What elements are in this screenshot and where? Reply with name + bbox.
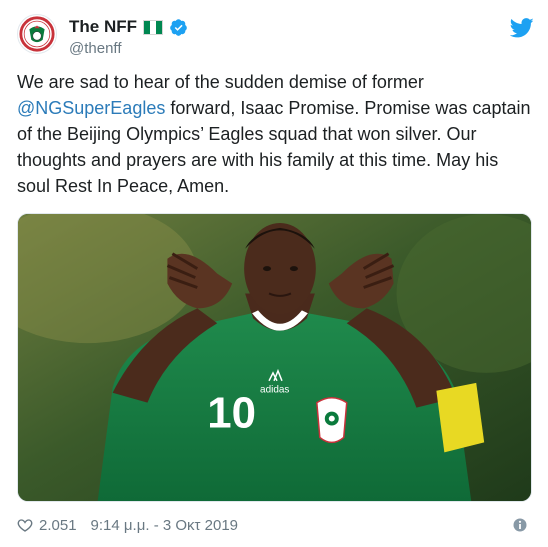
user-handle[interactable]: @thenff [69, 40, 122, 58]
name-row: The NFF [69, 17, 188, 37]
nff-logo-icon[interactable] [17, 14, 57, 54]
tweet-text-part1: We are sad to hear of the sudden demise … [17, 72, 424, 92]
heart-icon[interactable] [17, 517, 33, 533]
jersey-brand: adidas [260, 385, 289, 396]
tweet-text: We are sad to hear of the sudden demise … [17, 69, 533, 199]
mention-link[interactable]: @NGSuperEagles [17, 98, 165, 118]
tweet-footer: 2.051 9:14 μ.μ. - 3 Οκτ 2019 [17, 514, 533, 536]
twitter-bird-icon[interactable] [510, 18, 534, 38]
timestamp-link[interactable]: 9:14 μ.μ. - 3 Οκτ 2019 [91, 517, 238, 534]
like-count: 2.051 [39, 516, 77, 534]
verified-badge-icon [170, 18, 187, 36]
jersey-number: 10 [207, 389, 256, 438]
tweet-card: The NFF @thenff We are sad to hear of th… [0, 0, 548, 547]
display-name[interactable]: The NFF [69, 17, 137, 37]
info-icon[interactable] [513, 518, 527, 532]
tweet-photo[interactable]: 10 adidas [17, 213, 532, 502]
nigeria-flag-icon [143, 19, 163, 35]
